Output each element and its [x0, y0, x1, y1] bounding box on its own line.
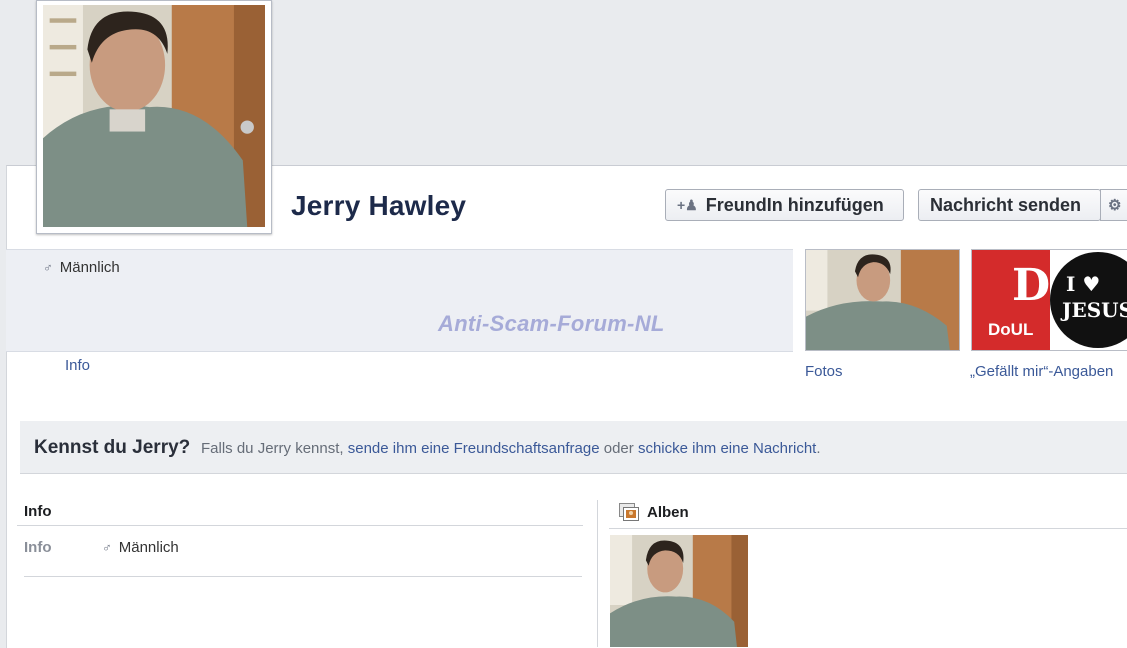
- info-row-gender: ♂ Männlich: [102, 539, 179, 556]
- know-bar-text: Falls du Jerry kennst, sende ihm eine Fr…: [201, 440, 821, 457]
- like-tile-text: DoUL: [988, 320, 1034, 339]
- info-divider: [17, 525, 583, 526]
- like-tile-red: D DoUL: [972, 250, 1051, 350]
- column-divider: [597, 500, 598, 647]
- info-row-divider: [24, 576, 582, 577]
- likes-thumbnail[interactable]: D DoUL I ♥ JESUS: [971, 249, 1127, 351]
- intro-gender: ♂ Männlich: [43, 259, 120, 276]
- add-friend-button[interactable]: +♟ FreundIn hinzufügen: [665, 189, 904, 221]
- male-icon: ♂: [102, 540, 112, 555]
- settings-button[interactable]: ⚙: [1100, 189, 1127, 221]
- know-bar-prefix: Falls du Jerry kennst,: [201, 440, 344, 457]
- tab-photos[interactable]: Fotos: [805, 363, 843, 380]
- jesus-badge-heart: I ♥: [1066, 272, 1101, 296]
- intro-band: [6, 249, 793, 352]
- album-thumbnail[interactable]: [610, 535, 748, 647]
- add-friend-label: FreundIn hinzufügen: [705, 194, 884, 215]
- know-bar-suffix: .: [816, 440, 821, 457]
- album-icon: [619, 503, 639, 521]
- gear-icon: ⚙: [1108, 197, 1122, 214]
- profile-name: Jerry Hawley: [291, 190, 467, 221]
- profile-photo[interactable]: [43, 5, 265, 227]
- jesus-badge: I ♥ JESUS: [1050, 252, 1127, 348]
- info-section-heading: Info: [24, 503, 52, 520]
- tab-info[interactable]: Info: [65, 357, 90, 374]
- know-bar-or: oder: [603, 440, 634, 457]
- send-message-link[interactable]: schicke ihm eine Nachricht: [638, 440, 816, 457]
- tab-likes[interactable]: „Gefällt mir“-Angaben: [970, 363, 1113, 380]
- albums-divider: [609, 528, 1127, 529]
- send-message-button[interactable]: Nachricht senden: [918, 189, 1101, 221]
- friend-request-link[interactable]: sende ihm eine Freundschaftsanfrage: [348, 440, 600, 457]
- albums-section-heading: Alben: [647, 504, 689, 521]
- photos-thumbnail[interactable]: [805, 249, 960, 351]
- watermark: Anti-Scam-Forum-NL: [438, 311, 665, 336]
- know-bar: Kennst du Jerry? Falls du Jerry kennst, …: [20, 421, 1127, 474]
- add-friend-icon: +♟: [677, 196, 698, 213]
- know-bar-title: Kennst du Jerry?: [34, 437, 191, 458]
- like-tile-letter: D: [1012, 260, 1051, 311]
- send-message-label: Nachricht senden: [930, 194, 1082, 215]
- info-row-value: Männlich: [118, 539, 179, 556]
- intro-gender-value: Männlich: [59, 259, 120, 276]
- info-row-key: Info: [24, 539, 52, 556]
- jesus-badge-text: JESUS: [1062, 298, 1127, 322]
- profile-picture[interactable]: [36, 0, 272, 234]
- male-icon: ♂: [43, 260, 53, 275]
